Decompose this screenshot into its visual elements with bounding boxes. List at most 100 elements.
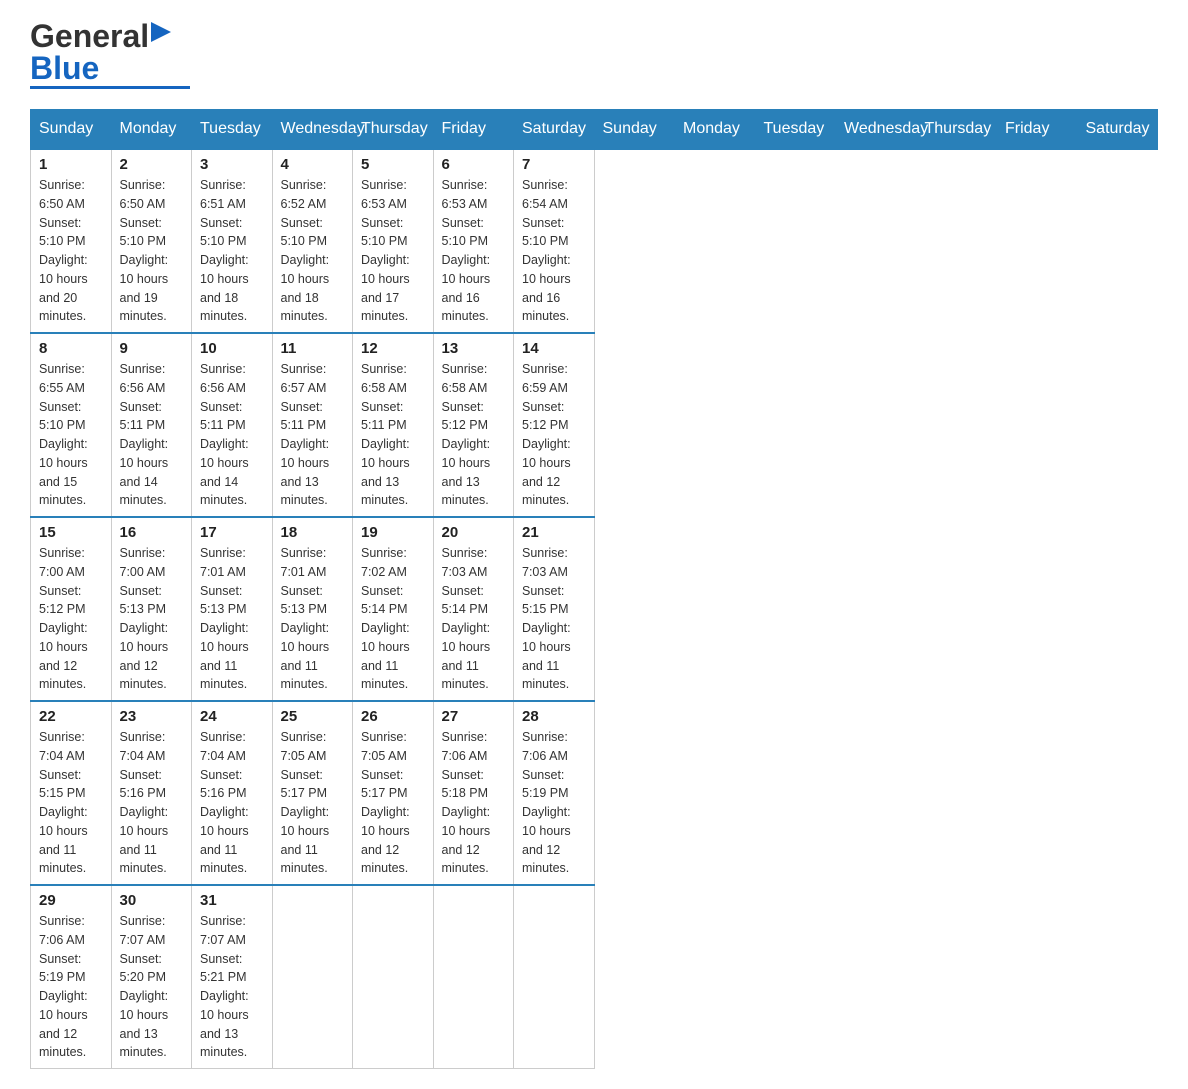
- col-header-monday: Monday: [675, 110, 756, 150]
- calendar-cell: 26 Sunrise: 7:05 AM Sunset: 5:17 PM Dayl…: [353, 701, 434, 885]
- week-row-5: 29 Sunrise: 7:06 AM Sunset: 5:19 PM Dayl…: [31, 885, 1158, 1069]
- logo-underline: [30, 86, 190, 89]
- day-info: Sunrise: 7:03 AM Sunset: 5:14 PM Dayligh…: [442, 544, 506, 694]
- day-info: Sunrise: 6:56 AM Sunset: 5:11 PM Dayligh…: [200, 360, 264, 510]
- day-info: Sunrise: 7:04 AM Sunset: 5:16 PM Dayligh…: [200, 728, 264, 878]
- calendar-cell: 11 Sunrise: 6:57 AM Sunset: 5:11 PM Dayl…: [272, 333, 353, 517]
- logo: General Blue: [30, 20, 190, 89]
- header-day-thursday: Thursday: [353, 110, 434, 150]
- day-number: 23: [120, 708, 184, 725]
- calendar-cell: 9 Sunrise: 6:56 AM Sunset: 5:11 PM Dayli…: [111, 333, 192, 517]
- day-info: Sunrise: 7:03 AM Sunset: 5:15 PM Dayligh…: [522, 544, 586, 694]
- day-number: 7: [522, 156, 586, 173]
- calendar-cell: 8 Sunrise: 6:55 AM Sunset: 5:10 PM Dayli…: [31, 333, 112, 517]
- day-info: Sunrise: 7:07 AM Sunset: 5:20 PM Dayligh…: [120, 912, 184, 1062]
- day-info: Sunrise: 6:58 AM Sunset: 5:11 PM Dayligh…: [361, 360, 425, 510]
- day-number: 24: [200, 708, 264, 725]
- day-number: 17: [200, 524, 264, 541]
- week-row-3: 15 Sunrise: 7:00 AM Sunset: 5:12 PM Dayl…: [31, 517, 1158, 701]
- calendar-cell: [353, 885, 434, 1069]
- calendar-cell: 1 Sunrise: 6:50 AM Sunset: 5:10 PM Dayli…: [31, 149, 112, 333]
- col-header-thursday: Thursday: [916, 110, 997, 150]
- day-number: 16: [120, 524, 184, 541]
- calendar-cell: 4 Sunrise: 6:52 AM Sunset: 5:10 PM Dayli…: [272, 149, 353, 333]
- day-info: Sunrise: 6:58 AM Sunset: 5:12 PM Dayligh…: [442, 360, 506, 510]
- calendar-cell: 6 Sunrise: 6:53 AM Sunset: 5:10 PM Dayli…: [433, 149, 514, 333]
- day-info: Sunrise: 7:00 AM Sunset: 5:12 PM Dayligh…: [39, 544, 103, 694]
- col-header-tuesday: Tuesday: [755, 110, 836, 150]
- day-number: 5: [361, 156, 425, 173]
- calendar-cell: 30 Sunrise: 7:07 AM Sunset: 5:20 PM Dayl…: [111, 885, 192, 1069]
- day-number: 2: [120, 156, 184, 173]
- day-info: Sunrise: 6:53 AM Sunset: 5:10 PM Dayligh…: [442, 176, 506, 326]
- logo-blue: Blue: [30, 52, 190, 84]
- day-info: Sunrise: 6:57 AM Sunset: 5:11 PM Dayligh…: [281, 360, 345, 510]
- day-info: Sunrise: 7:00 AM Sunset: 5:13 PM Dayligh…: [120, 544, 184, 694]
- day-info: Sunrise: 7:02 AM Sunset: 5:14 PM Dayligh…: [361, 544, 425, 694]
- day-info: Sunrise: 7:04 AM Sunset: 5:15 PM Dayligh…: [39, 728, 103, 878]
- week-row-2: 8 Sunrise: 6:55 AM Sunset: 5:10 PM Dayli…: [31, 333, 1158, 517]
- day-info: Sunrise: 6:56 AM Sunset: 5:11 PM Dayligh…: [120, 360, 184, 510]
- day-info: Sunrise: 6:53 AM Sunset: 5:10 PM Dayligh…: [361, 176, 425, 326]
- day-info: Sunrise: 6:52 AM Sunset: 5:10 PM Dayligh…: [281, 176, 345, 326]
- day-number: 26: [361, 708, 425, 725]
- calendar-cell: 10 Sunrise: 6:56 AM Sunset: 5:11 PM Dayl…: [192, 333, 273, 517]
- header-day-monday: Monday: [111, 110, 192, 150]
- header-day-tuesday: Tuesday: [192, 110, 273, 150]
- calendar-cell: 15 Sunrise: 7:00 AM Sunset: 5:12 PM Dayl…: [31, 517, 112, 701]
- day-info: Sunrise: 7:05 AM Sunset: 5:17 PM Dayligh…: [281, 728, 345, 878]
- header-day-saturday: Saturday: [514, 110, 595, 150]
- week-row-4: 22 Sunrise: 7:04 AM Sunset: 5:15 PM Dayl…: [31, 701, 1158, 885]
- day-number: 10: [200, 340, 264, 357]
- calendar-cell: 18 Sunrise: 7:01 AM Sunset: 5:13 PM Dayl…: [272, 517, 353, 701]
- col-header-sunday: Sunday: [594, 110, 675, 150]
- logo-triangle-icon: [151, 22, 171, 42]
- day-info: Sunrise: 7:04 AM Sunset: 5:16 PM Dayligh…: [120, 728, 184, 878]
- day-number: 25: [281, 708, 345, 725]
- calendar-cell: 19 Sunrise: 7:02 AM Sunset: 5:14 PM Dayl…: [353, 517, 434, 701]
- calendar-cell: 28 Sunrise: 7:06 AM Sunset: 5:19 PM Dayl…: [514, 701, 595, 885]
- day-number: 4: [281, 156, 345, 173]
- calendar-cell: 25 Sunrise: 7:05 AM Sunset: 5:17 PM Dayl…: [272, 701, 353, 885]
- day-number: 27: [442, 708, 506, 725]
- day-number: 22: [39, 708, 103, 725]
- day-number: 21: [522, 524, 586, 541]
- calendar-table: SundayMondayTuesdayWednesdayThursdayFrid…: [30, 109, 1158, 1069]
- header-day-wednesday: Wednesday: [272, 110, 353, 150]
- day-number: 9: [120, 340, 184, 357]
- day-number: 3: [200, 156, 264, 173]
- day-info: Sunrise: 6:59 AM Sunset: 5:12 PM Dayligh…: [522, 360, 586, 510]
- calendar-cell: [433, 885, 514, 1069]
- day-number: 20: [442, 524, 506, 541]
- day-number: 15: [39, 524, 103, 541]
- calendar-cell: 31 Sunrise: 7:07 AM Sunset: 5:21 PM Dayl…: [192, 885, 273, 1069]
- logo-general: General: [30, 20, 149, 52]
- day-number: 13: [442, 340, 506, 357]
- day-info: Sunrise: 7:06 AM Sunset: 5:19 PM Dayligh…: [522, 728, 586, 878]
- day-number: 19: [361, 524, 425, 541]
- day-number: 6: [442, 156, 506, 173]
- day-number: 28: [522, 708, 586, 725]
- calendar-cell: 17 Sunrise: 7:01 AM Sunset: 5:13 PM Dayl…: [192, 517, 273, 701]
- header-day-friday: Friday: [433, 110, 514, 150]
- calendar-cell: 23 Sunrise: 7:04 AM Sunset: 5:16 PM Dayl…: [111, 701, 192, 885]
- calendar-cell: 13 Sunrise: 6:58 AM Sunset: 5:12 PM Dayl…: [433, 333, 514, 517]
- calendar-cell: [514, 885, 595, 1069]
- day-number: 18: [281, 524, 345, 541]
- day-info: Sunrise: 7:05 AM Sunset: 5:17 PM Dayligh…: [361, 728, 425, 878]
- day-info: Sunrise: 6:55 AM Sunset: 5:10 PM Dayligh…: [39, 360, 103, 510]
- day-info: Sunrise: 7:06 AM Sunset: 5:19 PM Dayligh…: [39, 912, 103, 1062]
- calendar-cell: 22 Sunrise: 7:04 AM Sunset: 5:15 PM Dayl…: [31, 701, 112, 885]
- page-header: General Blue: [30, 20, 1158, 89]
- calendar-cell: 5 Sunrise: 6:53 AM Sunset: 5:10 PM Dayli…: [353, 149, 434, 333]
- col-header-wednesday: Wednesday: [836, 110, 917, 150]
- day-number: 31: [200, 892, 264, 909]
- day-number: 14: [522, 340, 586, 357]
- calendar-cell: 29 Sunrise: 7:06 AM Sunset: 5:19 PM Dayl…: [31, 885, 112, 1069]
- col-header-saturday: Saturday: [1077, 110, 1158, 150]
- day-number: 1: [39, 156, 103, 173]
- day-info: Sunrise: 6:54 AM Sunset: 5:10 PM Dayligh…: [522, 176, 586, 326]
- col-header-friday: Friday: [997, 110, 1078, 150]
- day-info: Sunrise: 6:50 AM Sunset: 5:10 PM Dayligh…: [120, 176, 184, 326]
- day-info: Sunrise: 7:01 AM Sunset: 5:13 PM Dayligh…: [281, 544, 345, 694]
